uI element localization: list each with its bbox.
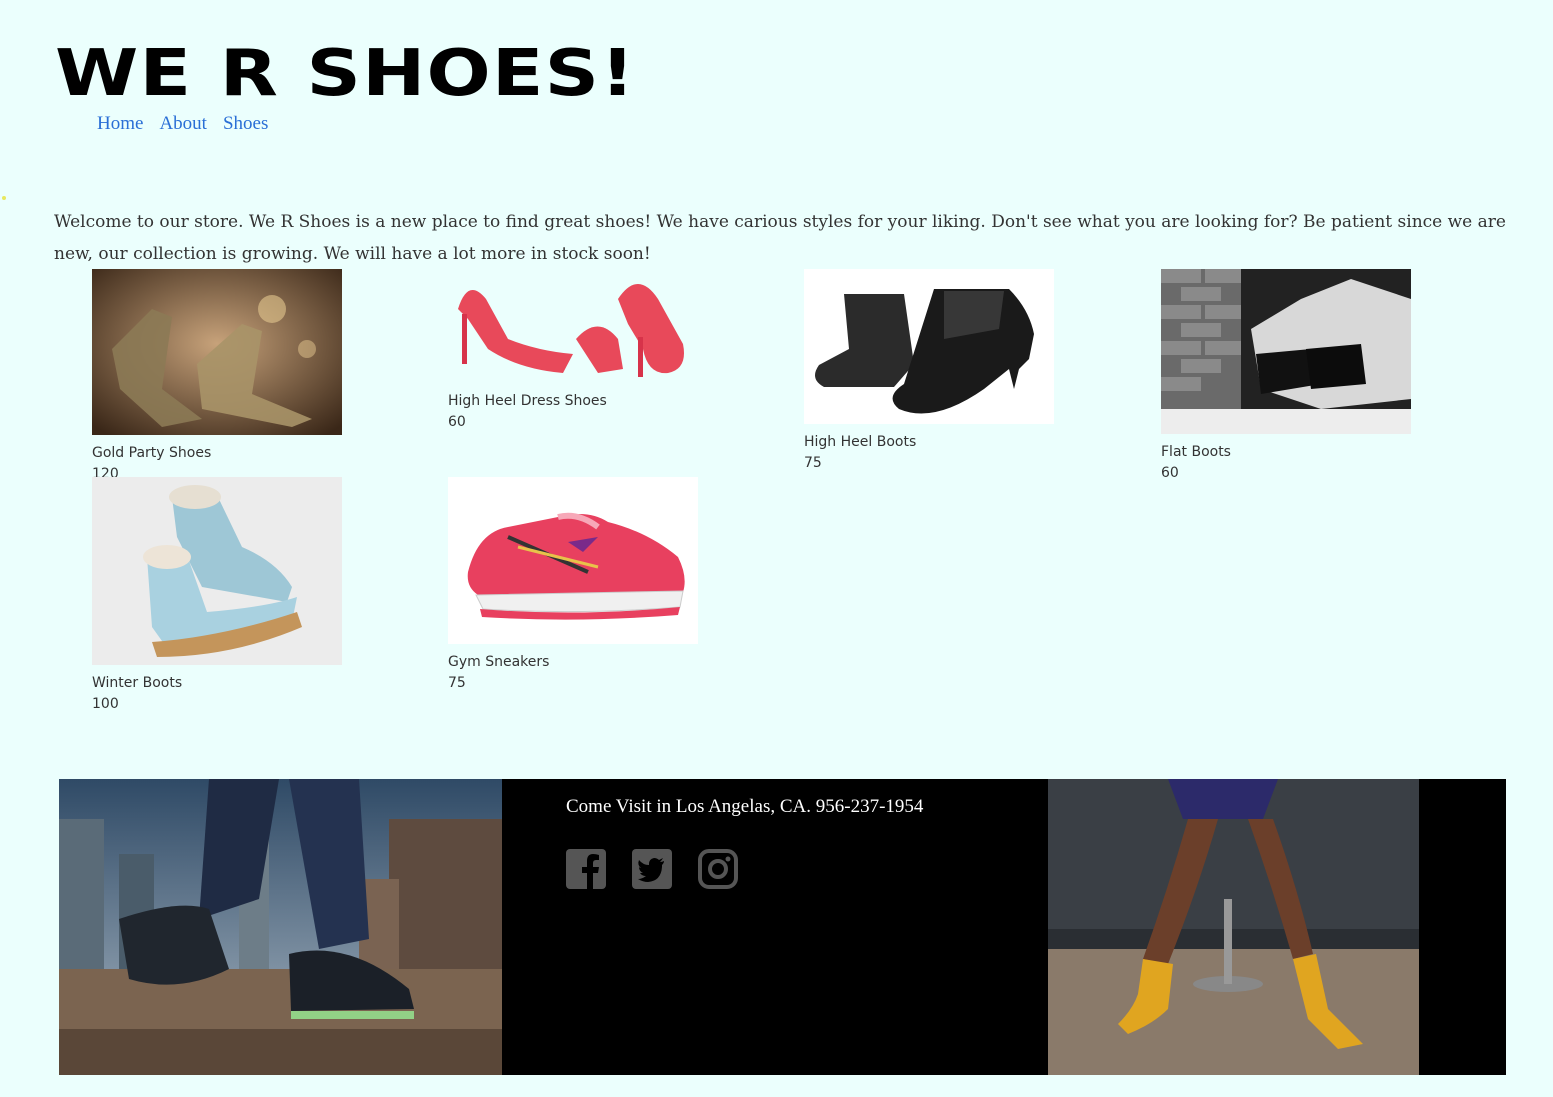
product-card[interactable]: Flat Boots 60 [1161, 269, 1411, 484]
product-price: 60 [448, 414, 466, 430]
product-card[interactable]: High Heel Boots 75 [804, 269, 1054, 474]
nav-about-link[interactable]: About [159, 113, 207, 135]
facebook-icon[interactable] [566, 849, 606, 889]
intro-text: Welcome to our store. We R Shoes is a ne… [54, 212, 1506, 264]
gym-sneakers-image [448, 477, 698, 644]
product-name: Winter Boots [92, 675, 183, 691]
product-card[interactable]: Gym Sneakers 75 [448, 477, 698, 694]
product-price: 75 [804, 455, 822, 471]
nav-home-link[interactable]: Home [97, 113, 143, 135]
product-card[interactable]: Gold Party Shoes 120 [92, 269, 342, 485]
twitter-icon[interactable] [632, 849, 672, 889]
product-price: 75 [448, 675, 466, 691]
yellow-boots-photo [1048, 779, 1419, 1075]
product-name: Gold Party Shoes [92, 445, 212, 461]
social-links [566, 849, 738, 889]
winter-boots-image [92, 477, 342, 665]
footer-contact-text: Come Visit in Los Angelas, CA. 956-237-1… [566, 796, 924, 817]
product-price: 60 [1161, 465, 1179, 481]
gold-party-shoes-image [92, 269, 342, 435]
product-name: Gym Sneakers [448, 654, 550, 670]
high-heel-boots-image [804, 269, 1054, 424]
product-card[interactable]: High Heel Dress Shoes 60 [448, 269, 698, 433]
light-up-sneakers-photo [59, 779, 502, 1075]
site-title: WE R SHOES! [55, 37, 636, 111]
footer: Come Visit in Los Angelas, CA. 956-237-1… [59, 779, 1506, 1075]
nav-shoes-link[interactable]: Shoes [223, 113, 268, 135]
product-name: Flat Boots [1161, 444, 1231, 460]
product-name: High Heel Dress Shoes [448, 393, 607, 409]
product-price: 100 [92, 696, 119, 712]
product-name: High Heel Boots [804, 434, 917, 450]
flat-boots-image [1161, 269, 1411, 434]
instagram-icon[interactable] [698, 849, 738, 889]
product-card[interactable]: Winter Boots 100 [92, 477, 342, 715]
high-heel-dress-shoes-image [448, 269, 698, 383]
main-nav: Home About Shoes [97, 113, 268, 135]
decorative-dot [2, 196, 6, 200]
